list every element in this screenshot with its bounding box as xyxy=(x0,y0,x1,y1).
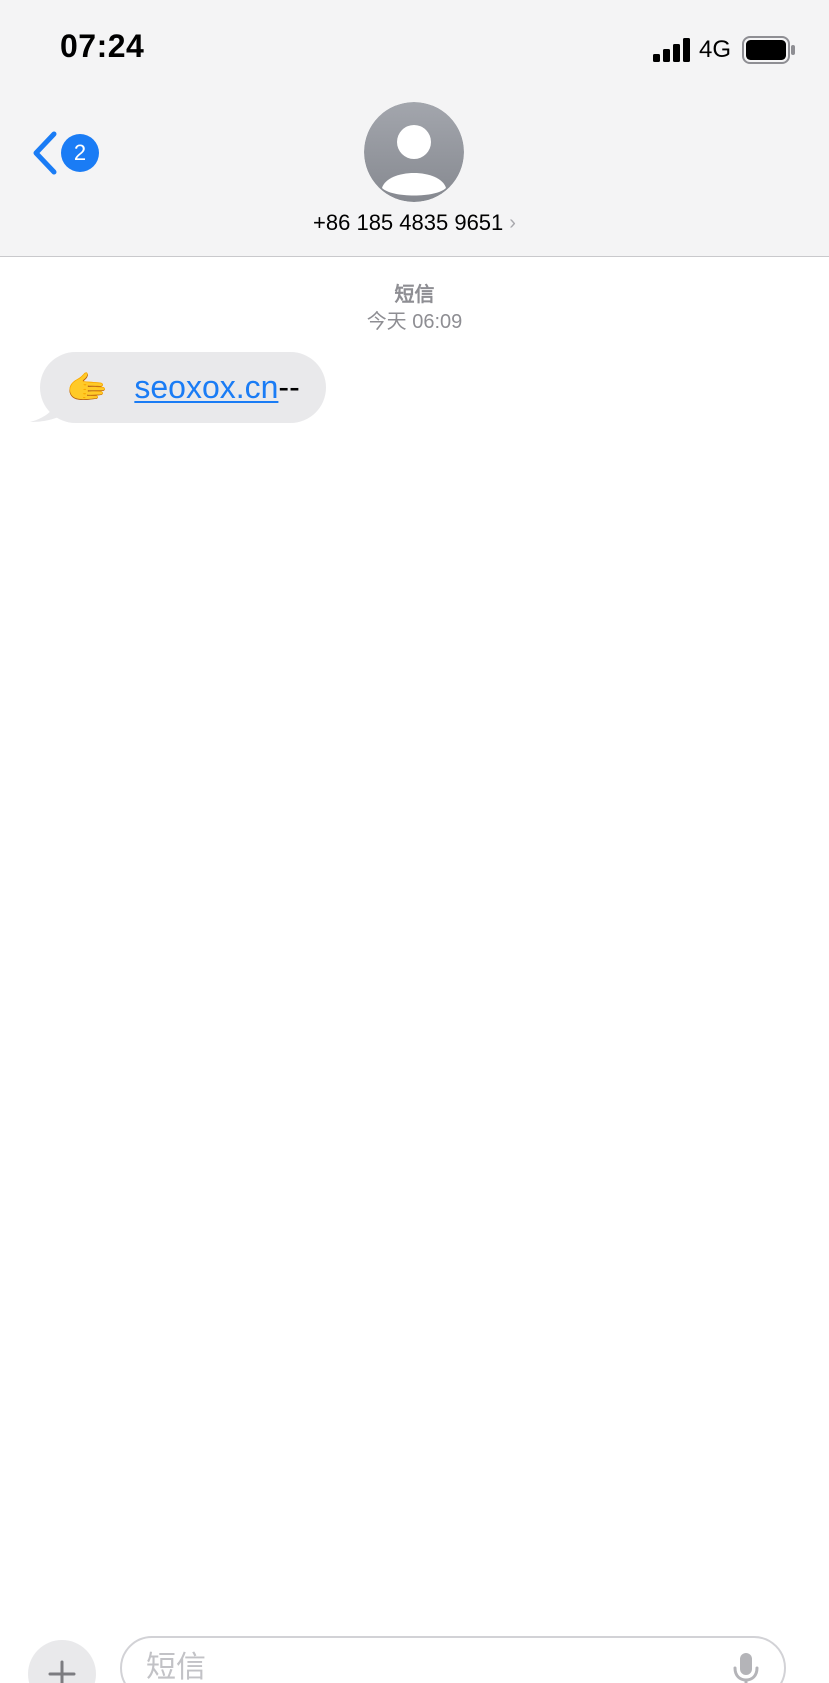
service-label: 短信 xyxy=(394,284,435,306)
message-input[interactable] xyxy=(120,1636,786,1683)
back-button[interactable]: 2 xyxy=(30,126,102,182)
conversation-header: 07:24 4G 2 +86 185 4835 9651 › xyxy=(0,0,829,257)
person-avatar-icon xyxy=(364,102,464,202)
conversation-meta: 短信 今天 06:09 xyxy=(0,282,829,336)
battery-icon xyxy=(742,36,795,64)
status-time: 07:24 xyxy=(60,28,145,64)
contact-details-link[interactable]: +86 185 4835 9651 › xyxy=(0,210,829,236)
chevron-left-icon xyxy=(33,131,57,175)
contact-avatar[interactable] xyxy=(364,102,464,202)
message-bubble-row: 🫱 seoxox.cn -- xyxy=(28,352,348,424)
hand-emoji: 🫱 xyxy=(66,368,109,407)
message-trailing-text: -- xyxy=(278,369,300,405)
plus-icon xyxy=(48,1660,76,1683)
incoming-message-bubble[interactable]: 🫱 seoxox.cn -- xyxy=(40,352,326,423)
unread-count-badge: 2 xyxy=(61,134,99,172)
message-link[interactable]: seoxox.cn xyxy=(134,369,278,406)
network-type-label: 4G xyxy=(699,36,732,63)
message-timestamp: 今天 06:09 xyxy=(366,311,463,333)
contact-name: +86 185 4835 9651 xyxy=(313,210,504,235)
add-attachment-button[interactable] xyxy=(28,1640,96,1683)
chevron-right-icon: › xyxy=(509,212,516,234)
messages-screen: 07:24 4G 2 +86 185 4835 9651 › 短信 今天 06:… xyxy=(0,0,829,1683)
cellular-signal-icon xyxy=(653,38,690,62)
microphone-icon[interactable] xyxy=(731,1652,761,1683)
